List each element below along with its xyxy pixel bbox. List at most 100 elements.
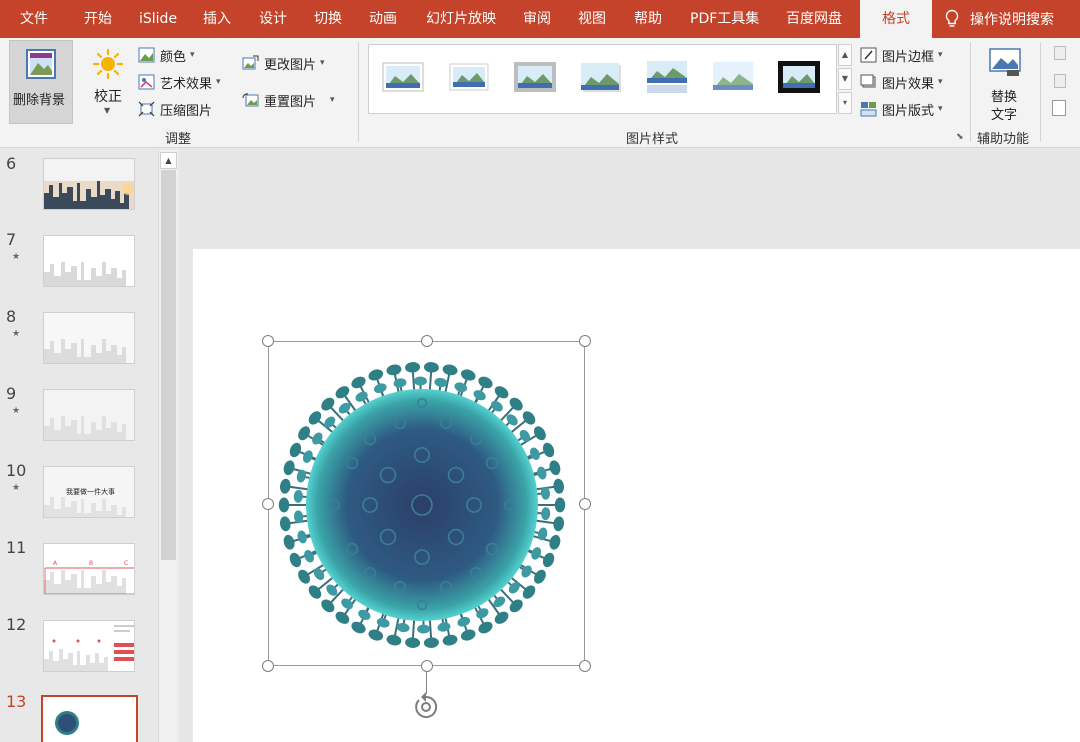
tab-review[interactable]: 审阅 bbox=[523, 0, 551, 38]
accessibility-group-label: 辅助功能 bbox=[977, 132, 1030, 147]
resize-handle-bottom[interactable] bbox=[421, 660, 433, 672]
adjust-group-label: 调整 bbox=[165, 132, 192, 147]
picture-color-icon bbox=[138, 47, 155, 63]
artistic-effects-button[interactable]: 艺术效果 ▾ bbox=[138, 71, 221, 93]
tab-format[interactable]: 格式 bbox=[860, 0, 932, 38]
slide-number: 6 bbox=[6, 154, 17, 173]
ribbon: 删除背景 校正 ▼ 颜色 ▾ 艺术效果 ▾ 压缩图片 更改图片 ▾ 重置图片 ▾… bbox=[0, 38, 1080, 148]
slide-thumbnail-7[interactable] bbox=[43, 235, 135, 287]
scrollbar-thumb[interactable] bbox=[161, 170, 176, 560]
resize-handle-bottom-left[interactable] bbox=[262, 660, 274, 672]
picture-style-drop-shadow[interactable] bbox=[579, 59, 623, 95]
chevron-down-icon: ▾ bbox=[938, 77, 943, 87]
dialog-launcher-icon[interactable]: ⬊ bbox=[956, 132, 964, 142]
animation-star-icon: ★ bbox=[12, 329, 21, 339]
tab-insert[interactable]: 插入 bbox=[203, 0, 231, 38]
gallery-scroll-down[interactable]: ▼ bbox=[838, 68, 852, 90]
slide-12-preview bbox=[44, 621, 134, 671]
slide-thumbnail-13[interactable] bbox=[41, 695, 138, 742]
picture-style-thick-frame[interactable] bbox=[777, 59, 821, 95]
alt-text-button[interactable]: 替换 文字 bbox=[982, 44, 1028, 124]
ribbon-divider bbox=[358, 42, 359, 142]
gallery-scroll-up[interactable]: ▲ bbox=[838, 44, 852, 66]
ribbon-divider bbox=[1040, 42, 1041, 142]
reset-picture-button[interactable]: 重置图片 ▾ bbox=[242, 89, 335, 111]
animation-star-icon: ★ bbox=[12, 406, 21, 416]
chevron-down-icon: ▾ bbox=[320, 58, 325, 68]
resize-handle-top-right[interactable] bbox=[579, 335, 591, 347]
picture-style-soft-shadow[interactable] bbox=[447, 59, 491, 95]
scroll-up-arrow[interactable]: ▲ bbox=[160, 152, 177, 169]
slide-thumbnail-11[interactable]: A B C bbox=[43, 543, 135, 595]
search-label: 操作说明搜索 bbox=[970, 12, 1054, 28]
resize-handle-bottom-right[interactable] bbox=[579, 660, 591, 672]
picture-style-metal-frame[interactable] bbox=[513, 59, 557, 95]
corrections-button[interactable]: 校正 ▼ bbox=[86, 44, 130, 124]
picture-effects-button[interactable]: 图片效果 ▾ bbox=[860, 71, 943, 93]
corrections-label: 校正 bbox=[94, 89, 122, 105]
sun-icon bbox=[92, 48, 124, 80]
slide-number: 10 bbox=[6, 461, 27, 480]
picture-layout-icon bbox=[860, 102, 877, 117]
picture-border-button[interactable]: 图片边框 ▾ bbox=[860, 44, 943, 66]
slide-thumbnail-8[interactable] bbox=[43, 312, 135, 364]
slide-thumbnail-12[interactable] bbox=[43, 620, 135, 672]
picture-border-label: 图片边框 bbox=[882, 49, 935, 65]
tab-file[interactable]: 文件 bbox=[20, 0, 48, 38]
compress-pictures-button[interactable]: 压缩图片 bbox=[138, 98, 212, 120]
slide-thumbnail-9[interactable] bbox=[43, 389, 135, 441]
bring-forward-icon[interactable] bbox=[1054, 46, 1066, 60]
selection-pane-icon[interactable] bbox=[1052, 100, 1066, 116]
virus-thumbnail-image bbox=[43, 697, 136, 742]
send-backward-icon[interactable] bbox=[1054, 74, 1066, 88]
animation-star-icon: ★ bbox=[12, 252, 21, 262]
resize-handle-right[interactable] bbox=[579, 498, 591, 510]
slide-thumbnail-6[interactable] bbox=[43, 158, 135, 210]
picture-style-reflected[interactable] bbox=[645, 59, 689, 95]
thumbnail-label-c: C bbox=[124, 560, 129, 567]
color-button[interactable]: 颜色 ▾ bbox=[138, 44, 195, 66]
thumbnail-scrollbar[interactable]: ▲ bbox=[158, 150, 178, 742]
selection-frame bbox=[268, 341, 585, 666]
remove-background-button[interactable]: 删除背景 bbox=[9, 40, 73, 124]
resize-handle-top-left[interactable] bbox=[262, 335, 274, 347]
tab-help[interactable]: 帮助 bbox=[634, 0, 662, 38]
picture-layout-button[interactable]: 图片版式 ▾ bbox=[860, 98, 943, 120]
resize-handle-left[interactable] bbox=[262, 498, 274, 510]
tab-transitions[interactable]: 切换 bbox=[314, 0, 342, 38]
slide-number: 12 bbox=[6, 615, 27, 634]
tell-me-search[interactable]: 操作说明搜索 bbox=[944, 0, 1054, 38]
tab-pdf-tools[interactable]: PDF工具集 bbox=[690, 0, 759, 38]
tab-animations[interactable]: 动画 bbox=[369, 0, 397, 38]
faded-city-image bbox=[44, 390, 134, 440]
animation-star-icon: ★ bbox=[12, 483, 21, 493]
tab-islide[interactable]: iSlide bbox=[139, 0, 177, 38]
tab-home[interactable]: 开始 bbox=[84, 0, 112, 38]
chevron-down-icon: ▾ bbox=[216, 77, 221, 87]
reset-picture-label: 重置图片 bbox=[264, 94, 317, 110]
slide-number: 9 bbox=[6, 384, 17, 403]
gallery-expand[interactable]: ▾ bbox=[838, 92, 852, 114]
tab-slideshow[interactable]: 幻灯片放映 bbox=[426, 0, 496, 38]
picture-style-simple-frame[interactable] bbox=[381, 59, 425, 95]
tab-design[interactable]: 设计 bbox=[259, 0, 287, 38]
compress-icon bbox=[138, 101, 155, 117]
slide-thumbnail-panel: 6 7 ★ 8 ★ 9 ★ 10 ★ 我要做一件大事 11 A B C 12 1… bbox=[0, 148, 180, 742]
tab-baidu-netdisk[interactable]: 百度网盘 bbox=[786, 0, 842, 38]
chevron-down-icon: ▾ bbox=[938, 50, 943, 60]
slide-thumbnail-10[interactable]: 我要做一件大事 bbox=[43, 466, 135, 518]
rotate-handle-icon[interactable] bbox=[410, 692, 442, 720]
color-label: 颜色 bbox=[160, 49, 187, 65]
chevron-down-icon: ▾ bbox=[330, 95, 335, 105]
resize-handle-top[interactable] bbox=[421, 335, 433, 347]
picture-style-soft-edge[interactable] bbox=[711, 59, 755, 95]
slide-number: 8 bbox=[6, 307, 17, 326]
alt-text-label-line1: 替换 bbox=[991, 90, 1018, 105]
thumbnail-label-a: A bbox=[53, 560, 58, 567]
city-skyline-image bbox=[44, 159, 134, 209]
tab-view[interactable]: 视图 bbox=[578, 0, 606, 38]
change-picture-button[interactable]: 更改图片 ▾ bbox=[242, 52, 325, 74]
ribbon-divider bbox=[970, 42, 971, 142]
artistic-effects-label: 艺术效果 bbox=[160, 76, 213, 92]
picture-layout-label: 图片版式 bbox=[882, 103, 935, 119]
